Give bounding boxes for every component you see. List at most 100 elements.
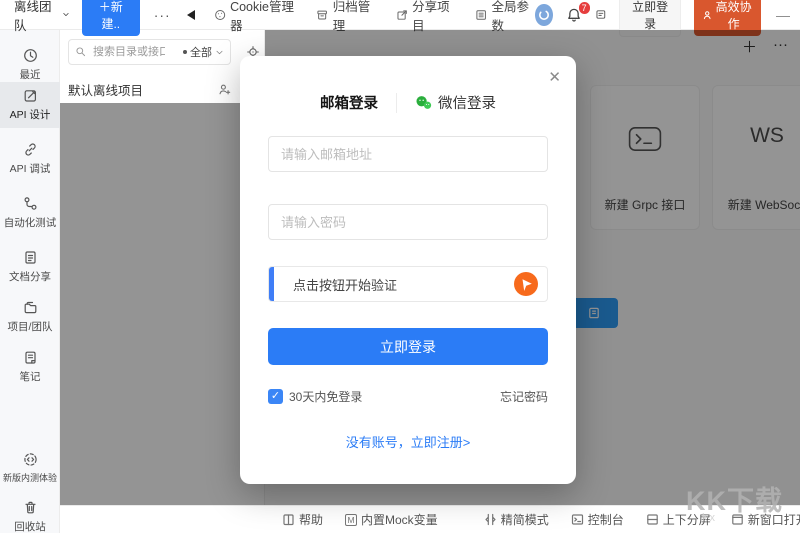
tab-divider <box>396 93 397 113</box>
tool-label: 归档管理 <box>333 0 377 34</box>
filter-label: 全部 <box>190 44 212 60</box>
tab-email-login[interactable]: 邮箱登录 <box>320 92 378 113</box>
sidebar-item-trash[interactable]: 回收站 <box>0 494 60 533</box>
forgot-password-link[interactable]: 忘记密码 <box>500 388 548 405</box>
new-button[interactable]: ＋新建.. <box>82 0 140 36</box>
search-box[interactable]: 全部 <box>68 39 231 65</box>
statusbar-label: 新窗口打开 <box>748 511 800 528</box>
sidebar-item-beta[interactable]: 新版内测体验 <box>0 446 60 490</box>
feedback-icon[interactable] <box>595 7 607 22</box>
share-project-button[interactable]: 分享项目 <box>396 0 456 34</box>
cookie-manager-button[interactable]: Cookie管理器 <box>214 0 298 34</box>
modal-backdrop[interactable] <box>60 103 265 505</box>
tool-label: Cookie管理器 <box>230 0 297 34</box>
archive-manager-button[interactable]: 归档管理 <box>316 0 376 34</box>
global-params-button[interactable]: 全局参数 <box>475 0 535 34</box>
sidebar-item-doc-share[interactable]: 文档分享 <box>0 244 60 290</box>
team-switcher[interactable]: 离线团队 <box>14 0 70 34</box>
sidebar-item-label: 回收站 <box>14 519 46 533</box>
clock-icon <box>23 48 38 63</box>
team-label: 离线团队 <box>14 0 58 34</box>
chevron-down-icon <box>215 48 224 57</box>
console-icon <box>571 513 584 526</box>
help-icon <box>282 513 295 526</box>
collab-label: 高效协作 <box>715 0 752 32</box>
project-row[interactable]: 默认离线项目 <box>68 80 258 99</box>
statusbar-label: 控制台 <box>588 511 624 528</box>
tool-label: 分享项目 <box>412 0 456 34</box>
invite-member-icon[interactable] <box>218 83 232 97</box>
automation-icon <box>23 196 38 211</box>
search-input[interactable] <box>91 45 167 59</box>
mock-icon: M <box>345 514 357 526</box>
captcha-verify-icon[interactable] <box>513 271 539 297</box>
statusbar-label: 帮助 <box>299 511 323 528</box>
doc-share-icon <box>23 250 38 265</box>
tab-wechat-label: 微信登录 <box>438 92 496 113</box>
new-window-icon <box>731 513 744 526</box>
api-debug-icon <box>23 142 38 157</box>
sidebar-item-automation[interactable]: 自动化测试 <box>0 190 60 236</box>
compact-icon <box>484 513 497 526</box>
top-toolbar: 离线团队 ＋新建.. ··· Cookie管理器 归档管理 <box>0 0 800 30</box>
new-window-button[interactable]: 新窗口打开 <box>731 511 800 528</box>
register-link[interactable]: 没有账号，立即注册> <box>240 432 576 451</box>
left-nav-rail: 最近 API 设计 API 调试 自动化测试 <box>0 30 60 533</box>
sidebar-item-project-team[interactable]: 项目/团队 <box>0 294 60 340</box>
statusbar-label: 内置Mock变量 <box>361 511 438 528</box>
remember-row: ✓ 30天内免登录 忘记密码 <box>268 388 548 405</box>
avatar[interactable] <box>535 4 552 26</box>
back-arrow-icon[interactable] <box>187 10 195 20</box>
statusbar-label: 精简模式 <box>501 511 549 528</box>
help-button[interactable]: 帮助 <box>282 511 323 528</box>
sidebar-item-label: 新版内测体验 <box>3 471 57 484</box>
captcha-label: 点击按钮开始验证 <box>293 275 397 294</box>
statusbar-label: 上下分屏 <box>663 511 711 528</box>
sidebar-item-label: API 设计 <box>10 107 51 122</box>
sync-icon <box>537 8 551 22</box>
person-icon <box>703 9 711 21</box>
sidebar-item-label: 最近 <box>20 67 41 82</box>
app-window: 离线团队 ＋新建.. ··· Cookie管理器 归档管理 <box>0 0 800 533</box>
remember-label: 30天内免登录 <box>289 388 362 405</box>
sidebar-item-label: 项目/团队 <box>8 319 53 334</box>
remember-checkbox[interactable]: ✓ <box>268 389 283 404</box>
captcha-widget[interactable]: 点击按钮开始验证 <box>268 266 548 302</box>
filter-dropdown[interactable]: 全部 <box>183 44 224 60</box>
params-icon <box>475 8 487 22</box>
notifications-button[interactable]: 7 <box>566 7 582 23</box>
sidebar-item-notes[interactable]: 笔记 <box>0 344 60 390</box>
more-icon[interactable]: ··· <box>154 7 171 23</box>
chevron-down-icon <box>62 10 70 19</box>
compact-mode-button[interactable]: 精简模式 <box>484 511 549 528</box>
sidebar-item-label: API 调试 <box>10 161 51 176</box>
project-name: 默认离线项目 <box>68 80 143 99</box>
password-field[interactable] <box>268 204 548 240</box>
email-field[interactable] <box>268 136 548 172</box>
cookie-icon <box>214 8 226 22</box>
api-design-icon <box>23 88 38 103</box>
tab-wechat-login[interactable]: 微信登录 <box>415 92 496 113</box>
sidebar-item-label: 文档分享 <box>9 269 51 284</box>
notification-badge: 7 <box>578 1 591 15</box>
share-icon <box>396 8 408 22</box>
sidebar-item-api-debug[interactable]: API 调试 <box>0 136 60 182</box>
split-screen-button[interactable]: 上下分屏 <box>646 511 711 528</box>
captcha-progress-stripe <box>269 267 274 301</box>
login-submit-button[interactable]: 立即登录 <box>268 328 548 365</box>
trash-icon <box>23 500 38 515</box>
note-icon <box>23 350 38 365</box>
project-team-icon <box>23 300 38 315</box>
beta-icon <box>23 452 38 467</box>
search-icon <box>75 46 87 58</box>
tool-label: 全局参数 <box>491 0 535 34</box>
sidebar-item-label: 自动化测试 <box>4 215 57 230</box>
filter-dot-icon <box>183 50 187 54</box>
console-button[interactable]: 控制台 <box>571 511 624 528</box>
mock-variables-button[interactable]: M 内置Mock变量 <box>345 511 438 528</box>
split-icon <box>646 513 659 526</box>
sidebar-item-api-design[interactable]: API 设计 <box>0 82 60 128</box>
minimize-icon[interactable]: — <box>776 7 790 23</box>
close-icon[interactable]: ✕ <box>548 68 561 86</box>
archive-icon <box>316 8 328 22</box>
